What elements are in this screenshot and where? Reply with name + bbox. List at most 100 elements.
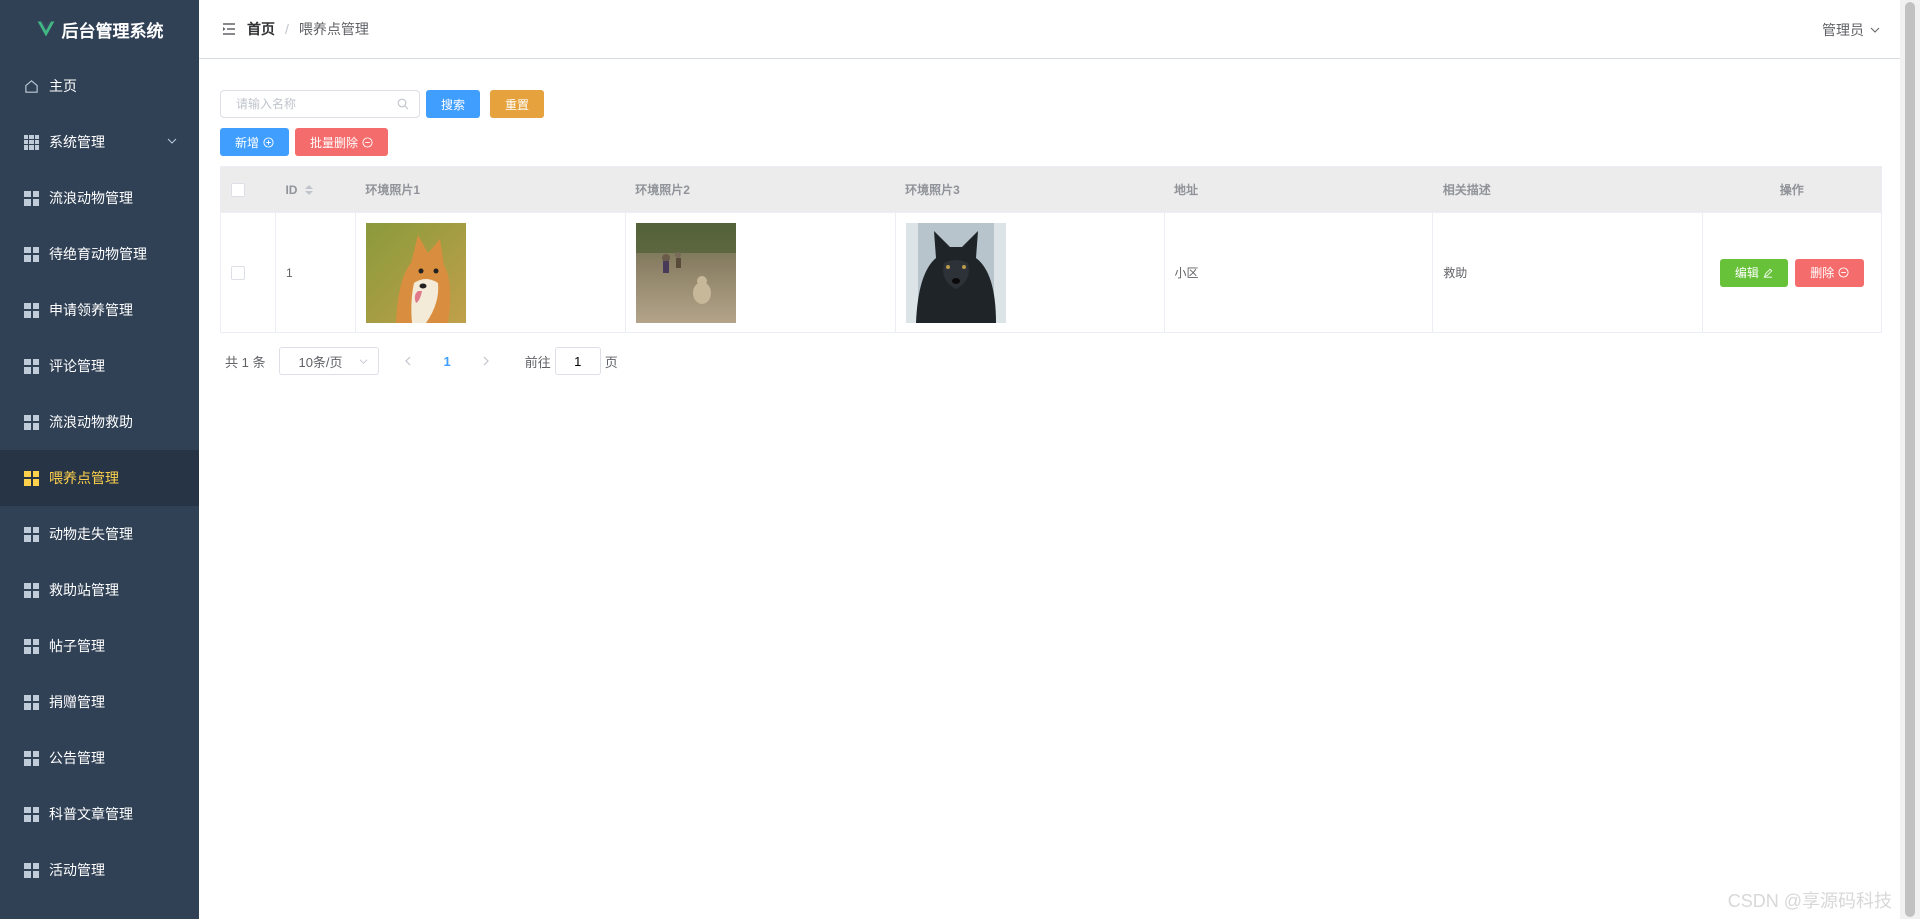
sidebar-item-activities[interactable]: 活动管理: [0, 842, 199, 898]
page-size-select[interactable]: 10条/页: [279, 347, 380, 375]
search-input[interactable]: [236, 97, 386, 111]
goto-page-input[interactable]: [554, 347, 601, 375]
page-nav: 1: [403, 354, 490, 369]
grid-icon: [24, 414, 39, 430]
page-number-current[interactable]: 1: [443, 354, 450, 369]
search-button[interactable]: 搜索: [426, 90, 481, 118]
search-box: [220, 90, 420, 118]
chevron-down-icon: [360, 358, 368, 364]
street-dogs-photo[interactable]: [635, 222, 736, 323]
sidebar-item-label: 动物走失管理: [49, 526, 133, 542]
sidebar-item-label: 活动管理: [49, 862, 105, 878]
cell-id: 1: [275, 212, 356, 333]
watermark-text: CSDN @享源码科技: [1727, 891, 1892, 911]
next-page-icon[interactable]: [481, 356, 491, 366]
pagination-total: 共 1 条: [225, 354, 266, 370]
sidebar-item-label: 捐赠管理: [49, 694, 105, 710]
sidebar-item-lost-animals[interactable]: 动物走失管理: [0, 506, 199, 562]
sidebar-item-label: 系统管理: [49, 134, 105, 150]
breadcrumb-separator: /: [285, 21, 289, 37]
sidebar-item-label: 科普文章管理: [49, 806, 133, 822]
sidebar-item-sterilization[interactable]: 待绝育动物管理: [0, 226, 199, 282]
plus-circle-icon: [263, 136, 274, 148]
sidebar-item-stray-animals[interactable]: 流浪动物管理: [0, 170, 199, 226]
edit-button-label: 编辑: [1734, 266, 1759, 280]
user-name: 管理员: [1822, 22, 1864, 38]
cell-address: 小区: [1164, 212, 1434, 333]
main-content: 搜索 重置 新增 批量删除 ID 环境照片1 环境照片2 环境照片3 地址: [220, 90, 1882, 375]
edit-icon: [1763, 268, 1773, 278]
grid-icon: [24, 470, 39, 486]
grid-icon: [24, 806, 39, 822]
column-header-description: 相关描述: [1432, 166, 1703, 213]
sidebar-item-label: 救助站管理: [49, 582, 119, 598]
app-title: 后台管理系统: [61, 21, 164, 41]
minus-circle-icon: [1838, 267, 1849, 278]
sidebar-menu: 主页 系统管理 流浪动物管理 待绝育动物管理 申请领养管理 评论管理 流浪动物救…: [0, 58, 199, 898]
breadcrumb: 首页 / 喂养点管理: [247, 19, 369, 39]
sidebar-item-label: 主页: [49, 78, 77, 94]
user-dropdown[interactable]: 管理员: [1822, 20, 1880, 40]
sidebar-item-rescue-stations[interactable]: 救助站管理: [0, 562, 199, 618]
sidebar-item-notices[interactable]: 公告管理: [0, 730, 199, 786]
scrollbar-thumb[interactable]: [1905, 2, 1915, 917]
chevron-down-icon: [167, 138, 177, 144]
cell-photo1: [355, 212, 626, 333]
breadcrumb-home[interactable]: 首页: [247, 19, 275, 39]
sidebar-item-feeding-points[interactable]: 喂养点管理: [0, 450, 199, 506]
sidebar-item-system[interactable]: 系统管理: [0, 114, 199, 170]
sidebar-item-label: 帖子管理: [49, 638, 105, 654]
cell-description: 救助: [1432, 212, 1704, 333]
black-dog-photo[interactable]: [905, 222, 1006, 323]
table-header-row: ID 环境照片1 环境照片2 环境照片3 地址 相关描述 操作: [220, 166, 1882, 213]
column-header-id[interactable]: ID: [275, 166, 356, 213]
table-row: 1 小区 救助 编辑 删除: [220, 212, 1882, 333]
sidebar-item-label: 公告管理: [49, 750, 105, 766]
akita-dog-photo[interactable]: [365, 222, 466, 323]
sidebar-item-label: 申请领养管理: [49, 302, 133, 318]
sidebar-item-posts[interactable]: 帖子管理: [0, 618, 199, 674]
top-header: 首页 / 喂养点管理 管理员: [199, 0, 1900, 59]
add-button[interactable]: 新增: [220, 128, 290, 156]
pagination: 共 1 条 10条/页 1 前往 页: [220, 347, 1882, 375]
chevron-down-icon: [1870, 27, 1880, 33]
row-checkbox[interactable]: [231, 265, 245, 280]
grid-icon: [24, 526, 39, 542]
cell-actions: 编辑 删除: [1702, 212, 1882, 333]
grid-icon: [24, 750, 39, 766]
delete-button-label: 删除: [1810, 266, 1835, 280]
search-toolbar: 搜索 重置: [220, 90, 1882, 118]
minus-circle-icon: [362, 136, 373, 148]
column-header-photo2: 环境照片2: [625, 166, 896, 213]
reset-button[interactable]: 重置: [490, 90, 545, 118]
grid-icon: [24, 358, 39, 374]
edit-button[interactable]: 编辑: [1719, 258, 1788, 287]
delete-button[interactable]: 删除: [1795, 258, 1865, 287]
grid-icon: [24, 694, 39, 710]
sidebar-item-comments[interactable]: 评论管理: [0, 338, 199, 394]
menu-fold-icon[interactable]: [221, 21, 237, 37]
breadcrumb-current: 喂养点管理: [298, 21, 369, 37]
grid-icon: [24, 862, 39, 878]
sort-icon[interactable]: [304, 185, 313, 196]
app-logo[interactable]: 后台管理系统: [0, 0, 199, 58]
sidebar-item-articles[interactable]: 科普文章管理: [0, 786, 199, 842]
column-header-address: 地址: [1164, 166, 1433, 213]
grid-icon: [24, 190, 39, 206]
batch-delete-button[interactable]: 批量删除: [295, 128, 389, 156]
cell-photo3: [895, 212, 1165, 333]
home-icon: [25, 79, 38, 93]
sidebar-item-adoption[interactable]: 申请领养管理: [0, 282, 199, 338]
grid-icon: [24, 134, 39, 150]
page-scrollbar[interactable]: [1900, 0, 1920, 919]
row-checkbox-cell: [220, 212, 276, 333]
prev-page-icon[interactable]: [403, 356, 413, 366]
grid-icon: [24, 246, 39, 262]
sidebar-item-rescue[interactable]: 流浪动物救助: [0, 394, 199, 450]
sidebar: 后台管理系统 主页 系统管理 流浪动物管理 待绝育动物管理 申请领养管理 评论管…: [0, 0, 199, 919]
sidebar-item-home[interactable]: 主页: [0, 58, 199, 114]
select-all-checkbox[interactable]: [231, 182, 245, 197]
sidebar-item-donations[interactable]: 捐赠管理: [0, 674, 199, 730]
action-toolbar: 新增 批量删除: [220, 128, 1882, 156]
grid-icon: [24, 302, 39, 318]
